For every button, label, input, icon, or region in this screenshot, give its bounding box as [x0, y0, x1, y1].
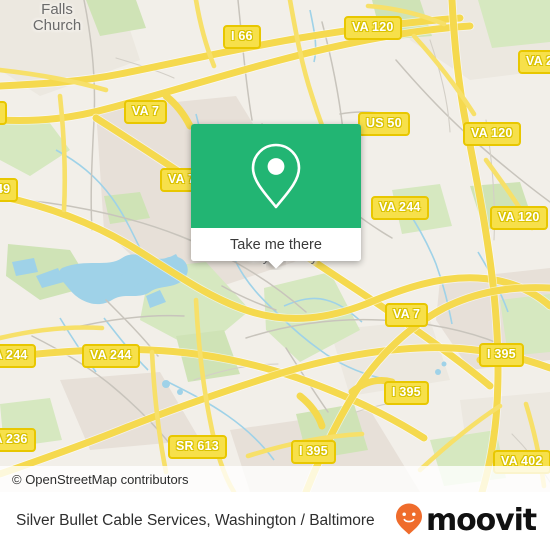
location-pin-icon	[248, 141, 304, 211]
shield-i-395-b: I 395	[384, 381, 429, 405]
shield-va-244-a: VA 244	[371, 196, 429, 220]
attribution-text: © OpenStreetMap contributors	[12, 471, 189, 487]
moovit-smiley-pin-icon	[394, 502, 424, 541]
map-screenshot: .bg { fill: #f2efe9; } .urban { fill: #e…	[0, 0, 550, 550]
shield-va-120-b: VA 120	[463, 122, 521, 146]
shield-va-236: VA 236	[0, 428, 36, 452]
popup-image-area	[191, 124, 361, 228]
shield-route-49: 49	[0, 178, 19, 202]
shield-va-7-c: VA 7	[385, 303, 429, 327]
place-title: Silver Bullet Cable Services, Washington…	[16, 512, 375, 529]
shield-i-66: I 66	[223, 25, 261, 49]
shield-route-0: 0	[0, 101, 8, 125]
shield-va-7-a: VA 7	[124, 100, 168, 124]
map-attribution: © OpenStreetMap contributors	[0, 466, 550, 492]
take-me-there-label: Take me there	[230, 236, 322, 253]
shield-va-120-c: VA 120	[490, 206, 548, 230]
shield-i-395-c: I 395	[291, 440, 336, 464]
shield-va-27: VA 27	[518, 50, 550, 74]
footer-bar: Silver Bullet Cable Services, Washington…	[0, 492, 550, 550]
shield-va-244-b: VA 244	[0, 344, 36, 368]
shield-i-395-a: I 395	[479, 343, 524, 367]
moovit-wordmark: moovit	[425, 503, 537, 538]
map-canvas[interactable]: .bg { fill: #f2efe9; } .urban { fill: #e…	[0, 0, 550, 492]
take-me-there-button[interactable]: Take me there	[191, 228, 361, 261]
shield-sr-613: SR 613	[168, 435, 227, 459]
popup-pointer-tail	[266, 260, 286, 270]
map-popup-card[interactable]: Take me there	[191, 124, 361, 261]
moovit-logo[interactable]: moovit	[394, 502, 537, 541]
shield-us-50: US 50	[358, 112, 410, 136]
shield-va-120-a: VA 120	[344, 16, 402, 40]
shield-va-244-c: VA 244	[82, 344, 140, 368]
